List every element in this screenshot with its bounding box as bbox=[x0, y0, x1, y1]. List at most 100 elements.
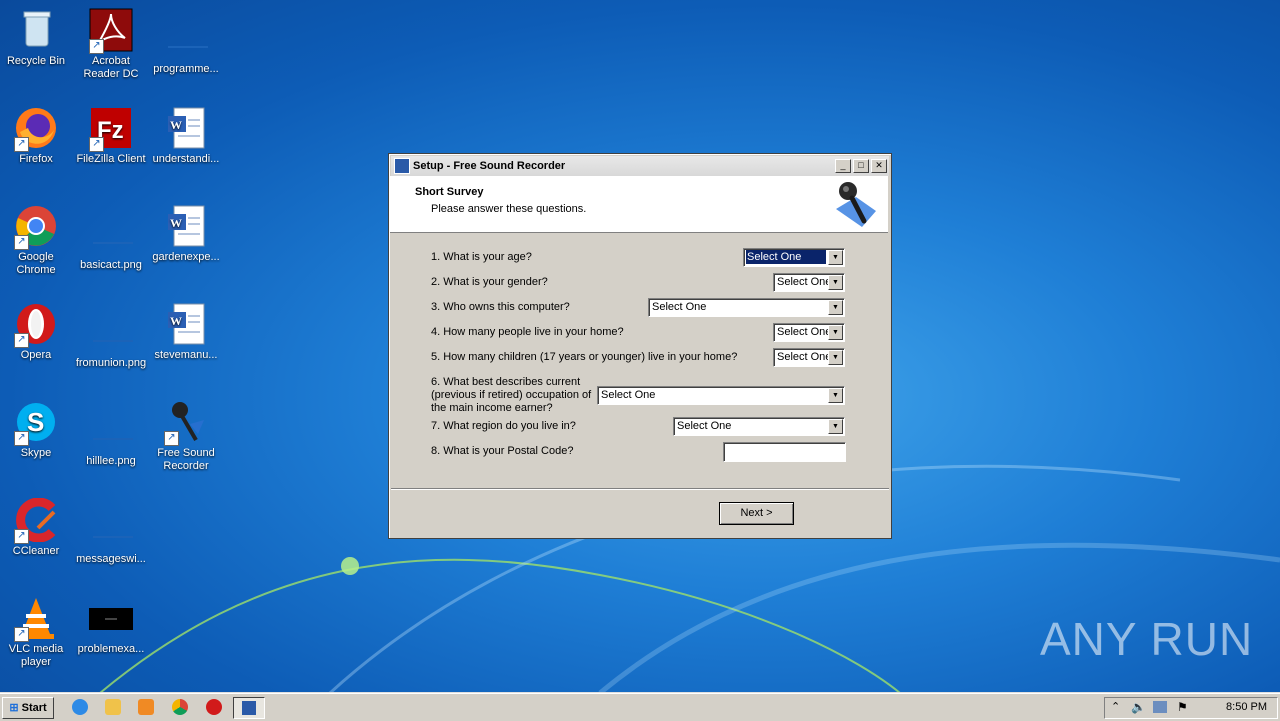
setup-app-icon bbox=[394, 158, 410, 174]
desktop-icon-understandi[interactable]: W understandi... bbox=[148, 106, 224, 166]
owner-select[interactable]: Select One ▼ bbox=[648, 298, 845, 317]
clock[interactable]: 8:50 PM bbox=[1226, 701, 1267, 713]
desktop-icon-label: CCleaner bbox=[12, 545, 60, 557]
select-value: Select One bbox=[746, 250, 826, 264]
region-select[interactable]: Select One ▼ bbox=[673, 417, 845, 436]
chrome-icon: ↗ bbox=[14, 204, 58, 250]
desktop-icon-fromunion[interactable]: fromunion.png bbox=[73, 302, 149, 370]
tray-expand-icon[interactable]: ⌃ bbox=[1111, 700, 1120, 713]
desktop-icon-label: basicact.png bbox=[80, 259, 142, 271]
setup-taskbar-button[interactable] bbox=[233, 697, 265, 719]
microphone-icon: ↗ bbox=[164, 400, 208, 446]
svg-text:S: S bbox=[27, 407, 44, 437]
desktop-icon-label: VLC media player bbox=[8, 643, 64, 668]
shortcut-arrow-icon: ↗ bbox=[14, 137, 29, 152]
opera-taskbar-icon[interactable] bbox=[206, 699, 222, 715]
desktop-icon-label: Firefox bbox=[19, 153, 53, 165]
file-thumbnail-icon bbox=[89, 506, 133, 550]
system-tray: ⌃ 🔈 ⚑ 8:50 PM bbox=[1104, 697, 1278, 719]
header-subtitle: Please answer these questions. bbox=[431, 203, 587, 215]
dropdown-arrow-icon[interactable]: ▼ bbox=[828, 325, 843, 340]
dropdown-arrow-icon[interactable]: ▼ bbox=[828, 275, 843, 290]
desktop-icon-gardenexpe[interactable]: W gardenexpe... bbox=[148, 204, 224, 264]
shortcut-arrow-icon: ↗ bbox=[14, 627, 29, 642]
next-button[interactable]: Next > bbox=[719, 502, 794, 525]
minimize-button[interactable]: _ bbox=[835, 159, 851, 173]
desktop-icon-label: Free Sound Recorder bbox=[157, 447, 215, 472]
desktop-icon-label: messageswi... bbox=[76, 553, 146, 565]
file-thumbnail-icon bbox=[89, 310, 133, 354]
close-button[interactable]: ✕ bbox=[871, 159, 887, 173]
desktop-icon-vlc[interactable]: ↗ VLC media player bbox=[0, 596, 74, 669]
svg-text:W: W bbox=[170, 314, 182, 328]
shortcut-arrow-icon: ↗ bbox=[89, 39, 104, 54]
network-icon[interactable] bbox=[1153, 701, 1167, 713]
desktop-icon-chrome[interactable]: ↗ Google Chrome bbox=[0, 204, 74, 277]
desktop-icon-programme[interactable]: programme... bbox=[148, 8, 224, 76]
question-region-label: 7. What region do you live in? bbox=[431, 420, 576, 432]
windows-logo-icon: ⊞ bbox=[9, 702, 19, 714]
shortcut-arrow-icon: ↗ bbox=[14, 235, 29, 250]
question-gender-label: 2. What is your gender? bbox=[431, 276, 548, 288]
setup-app-icon bbox=[242, 701, 256, 715]
gender-select[interactable]: Select One ▼ bbox=[773, 273, 845, 292]
dropdown-arrow-icon[interactable]: ▼ bbox=[828, 250, 843, 265]
desktop-icon-filezilla[interactable]: Fz ↗ FileZilla Client bbox=[73, 106, 149, 166]
dropdown-arrow-icon[interactable]: ▼ bbox=[828, 419, 843, 434]
desktop-icon-label: Acrobat Reader DC bbox=[83, 55, 139, 80]
desktop-icon-problemexa[interactable]: problemexa... bbox=[73, 596, 149, 656]
word-document-icon: W bbox=[164, 106, 208, 150]
children-select[interactable]: Select One ▼ bbox=[773, 348, 845, 367]
file-thumbnail-icon bbox=[89, 408, 133, 452]
maximize-button[interactable]: □ bbox=[853, 159, 869, 173]
desktop-icon-free-sound-recorder[interactable]: ↗ Free Sound Recorder bbox=[148, 400, 224, 473]
desktop-icon-messageswi[interactable]: messageswi... bbox=[73, 498, 149, 566]
desktop-icon-acrobat[interactable]: ↗ Acrobat Reader DC bbox=[73, 8, 149, 81]
desktop-icon-firefox[interactable]: ↗ Firefox bbox=[0, 106, 74, 166]
age-select[interactable]: Select One ▼ bbox=[743, 248, 845, 267]
desktop-icon-basicact[interactable]: basicact.png bbox=[73, 204, 149, 272]
recycle-bin-icon bbox=[14, 8, 58, 52]
setup-window[interactable]: Setup - Free Sound Recorder _ □ ✕ Short … bbox=[388, 153, 892, 539]
chrome-taskbar-icon[interactable] bbox=[172, 699, 188, 715]
start-button[interactable]: ⊞ Start bbox=[2, 697, 54, 719]
occupation-select[interactable]: Select One ▼ bbox=[597, 386, 845, 405]
shortcut-arrow-icon: ↗ bbox=[14, 529, 29, 544]
window-titlebar[interactable]: Setup - Free Sound Recorder _ □ ✕ bbox=[391, 156, 889, 176]
opera-icon: ↗ bbox=[14, 302, 58, 348]
desktop-icon-opera[interactable]: ↗ Opera bbox=[0, 302, 74, 362]
desktop-icon-label: stevemanu... bbox=[154, 349, 218, 361]
shortcut-arrow-icon: ↗ bbox=[14, 431, 29, 446]
question-postal-code-label: 8. What is your Postal Code? bbox=[431, 445, 574, 457]
dropdown-arrow-icon[interactable]: ▼ bbox=[828, 350, 843, 365]
explorer-folder-icon[interactable] bbox=[105, 699, 121, 715]
desktop-icon-stevemanu[interactable]: W stevemanu... bbox=[148, 302, 224, 362]
desktop-icon-recycle-bin[interactable]: Recycle Bin bbox=[0, 8, 74, 68]
desktop-icon-label: Recycle Bin bbox=[6, 55, 66, 67]
action-center-flag-icon[interactable]: ⚑ bbox=[1177, 700, 1188, 714]
volume-icon[interactable]: 🔈 bbox=[1131, 700, 1146, 714]
svg-text:W: W bbox=[170, 118, 182, 132]
people-select[interactable]: Select One ▼ bbox=[773, 323, 845, 342]
desktop-icon-label: understandi... bbox=[152, 153, 220, 165]
dropdown-arrow-icon[interactable]: ▼ bbox=[828, 388, 843, 403]
taskbar: ⊞ Start ⌃ 🔈 ⚑ 8:50 PM bbox=[0, 693, 1280, 721]
desktop-icon-ccleaner[interactable]: ↗ CCleaner bbox=[0, 497, 74, 558]
shortcut-arrow-icon: ↗ bbox=[164, 431, 179, 446]
wizard-header: Short Survey Please answer these questio… bbox=[390, 176, 888, 233]
file-thumbnail-icon bbox=[164, 16, 208, 60]
firefox-icon: ↗ bbox=[14, 106, 58, 152]
file-thumbnail-icon bbox=[89, 212, 133, 256]
desktop-icon-hilllee[interactable]: hilllee.png bbox=[73, 400, 149, 468]
internet-explorer-icon[interactable] bbox=[72, 699, 88, 715]
postal-code-input[interactable] bbox=[723, 442, 846, 462]
start-label: Start bbox=[21, 702, 47, 714]
media-player-icon[interactable] bbox=[138, 699, 154, 715]
desktop-icon-skype[interactable]: S ↗ Skype bbox=[0, 400, 74, 460]
select-value: Select One bbox=[601, 389, 656, 401]
anyrun-watermark: ANY RUN bbox=[1040, 613, 1254, 665]
file-thumbnail-icon bbox=[89, 596, 133, 640]
dropdown-arrow-icon[interactable]: ▼ bbox=[828, 300, 843, 315]
question-occupation-label: 6. What best describes current (previous… bbox=[431, 376, 592, 414]
select-value: Select One bbox=[777, 351, 832, 363]
